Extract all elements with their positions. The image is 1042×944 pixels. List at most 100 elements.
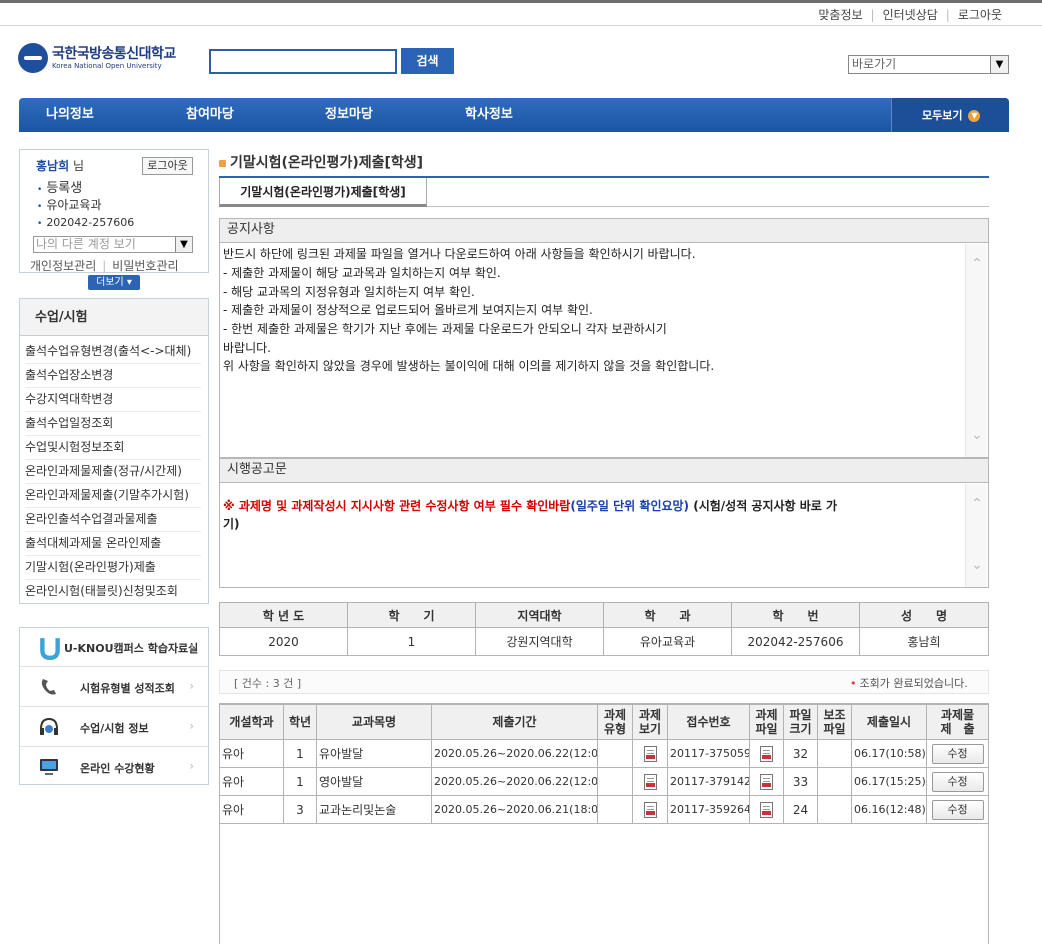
edit-button[interactable]: 수정 [931,771,984,792]
document-icon[interactable] [760,745,773,762]
side-menu-title: 수업/시험 [20,299,208,336]
logo-korean-text: 국한국방송통신대학교 [52,45,176,62]
table-cell: 홍남희 [859,627,989,656]
quick-nav-select[interactable]: 바로가기 ▼ [848,55,1009,74]
submitted-cell: 06.16(12:48) [851,795,927,824]
logout-button[interactable]: 로그아웃 [142,157,193,175]
view-all-button[interactable]: 모두보기 ▼ [891,98,1009,132]
column-header: 학년 [283,704,317,740]
dept-cell: 유아 [219,739,284,768]
nav-item-academic[interactable]: 학사정보 [465,98,513,132]
menu-item-tablet-exam[interactable]: 온라인시험(태블릿)신청및조회 [25,580,201,604]
chevron-up-icon[interactable]: ⌃ [966,256,988,272]
column-header: 지역대학 [475,602,604,628]
size-cell: 24 [783,795,818,824]
column-header: 교과목명 [316,704,432,740]
status-message: 조회가 완료되었습니다. [850,675,968,691]
exam-notice-scrollbar[interactable]: ⌃ ⌄ [965,484,987,587]
user-department: 유아교육과 [37,196,101,213]
grade-cell: 1 [283,767,317,796]
university-logo[interactable]: 국한국방송통신대학교 Korea National Open Universit… [18,43,198,73]
column-header: 학 년 도 [219,602,348,628]
search-input[interactable] [209,49,397,74]
quick-link-class-exam-info[interactable]: 수업/시험 정보 › [20,708,208,747]
receipt-cell: 20117-379142 [667,767,750,796]
column-header: 학 과 [603,602,732,628]
nav-item-information[interactable]: 정보마당 [325,98,373,132]
chevron-down-icon[interactable]: ⌄ [966,427,988,443]
user-student-id: 202042-257606 [37,216,134,229]
more-button[interactable]: 더보기 ▾ [88,275,140,290]
grade-cell: 3 [283,795,317,824]
table-cell: 1 [347,627,476,656]
logo-mark-icon [18,43,48,73]
search-button[interactable]: 검색 [401,48,454,74]
quick-link-u-knou[interactable]: U-KNOU캠퍼스 학습자료실 › [20,628,208,667]
column-header: 제출일시 [851,704,927,740]
page-title: 기말시험(온라인평가)제출[학생] [219,152,423,172]
document-icon[interactable] [760,773,773,790]
quick-link-online-status[interactable]: 온라인 수강현황 › [20,748,208,787]
menu-item-online-attendance-result[interactable]: 온라인출석수업결과물제출 [25,508,201,532]
notice-line: - 해당 교과목의 지정유형과 일치하는지 여부 확인. [223,285,475,299]
exam-notice-link-end[interactable]: 기) [223,517,240,531]
nav-item-participation[interactable]: 참여마당 [186,98,234,132]
header-divider [0,25,1042,26]
online-counsel-link[interactable]: 인터넷상담 [883,6,938,23]
notice-line: - 제출한 과제물이 정상적으로 업로드되어 올바르게 보여지는지 여부 확인. [223,303,593,317]
column-header: 과제 유형 [597,704,633,740]
edit-button[interactable]: 수정 [931,743,984,764]
menu-item-final-exam-online[interactable]: 기말시험(온라인평가)제출 [25,556,201,580]
menu-item-region-change[interactable]: 수강지역대학변경 [25,388,201,412]
column-header: 학 번 [731,602,860,628]
profile-link[interactable]: 개인정보관리 [30,259,96,273]
more-label: 더보기 [96,277,124,288]
account-switch-select[interactable]: 나의 다른 계정 보기 ▼ [33,236,193,253]
chevron-down-icon: ▼ [175,237,192,252]
quick-link-grades[interactable]: 시험유형별 성적조회 › [20,668,208,707]
user-links: 개인정보관리 | 비밀번호관리 [30,257,179,274]
user-name-suffix: 님 [72,159,84,173]
quick-link-label: 온라인 수강현황 [80,762,155,775]
exam-notice-link[interactable]: (시험/성적 공지사항 바로 가 [689,499,837,513]
chevron-right-icon: › [189,719,194,733]
view-assignment-cell [632,767,668,796]
user-status: 등록생 [37,177,82,196]
chevron-up-icon[interactable]: ⌃ [966,496,988,512]
password-link[interactable]: 비밀번호관리 [112,259,178,273]
menu-item-attendance-type[interactable]: 출석수업유형변경(출석<->대체) [25,340,201,364]
sub-file-cell [817,739,852,768]
notice-scrollbar[interactable]: ⌃ ⌄ [965,244,987,457]
exam-notice-text[interactable]: ※ 과제명 및 과제작성시 지시사항 관련 수정사항 여부 필수 확인바람(일주… [223,497,958,533]
logout-link[interactable]: 로그아웃 [958,6,1002,23]
table-cell: 강원지역대학 [475,627,604,656]
exam-notice-title: 시행공고문 [220,459,988,483]
document-icon[interactable] [643,745,657,762]
receipt-cell: 20117-375059 [667,739,750,768]
nav-item-my-info[interactable]: 나의정보 [46,98,94,132]
chevron-down-icon[interactable]: ⌄ [966,557,988,573]
menu-item-online-assignment-extra[interactable]: 온라인과제물제출(기말추가시험) [25,484,201,508]
document-icon[interactable] [643,801,657,818]
menu-item-substitute-assignment[interactable]: 출석대체과제물 온라인제출 [25,532,201,556]
table-cell: 유아교육과 [603,627,732,656]
menu-item-attendance-schedule[interactable]: 출석수업일정조회 [25,412,201,436]
tab-final-exam[interactable]: 기말시험(온라인평가)제출[학생] [219,178,427,207]
dept-cell: 유아 [219,795,284,824]
size-cell: 33 [783,767,818,796]
table-cell: 2020 [219,627,348,656]
menu-item-online-assignment[interactable]: 온라인과제물제출(정규/시간제) [25,460,201,484]
custom-info-link[interactable]: 맞춤정보 [818,6,862,23]
main-nav: 나의정보 참여마당 정보마당 학사정보 모두보기 ▼ [19,98,1009,132]
divider: | [102,259,107,273]
column-header: 과제 보기 [632,704,668,740]
edit-button[interactable]: 수정 [931,799,984,820]
menu-item-attendance-location[interactable]: 출석수업장소변경 [25,364,201,388]
menu-item-class-exam-info[interactable]: 수업및시험정보조회 [25,436,201,460]
column-header: 과제물 제 출 [926,704,989,740]
document-icon[interactable] [760,801,773,818]
sub-file-cell [817,767,852,796]
type-cell [597,767,633,796]
document-icon[interactable] [643,773,657,790]
column-header: 개설학과 [219,704,284,740]
